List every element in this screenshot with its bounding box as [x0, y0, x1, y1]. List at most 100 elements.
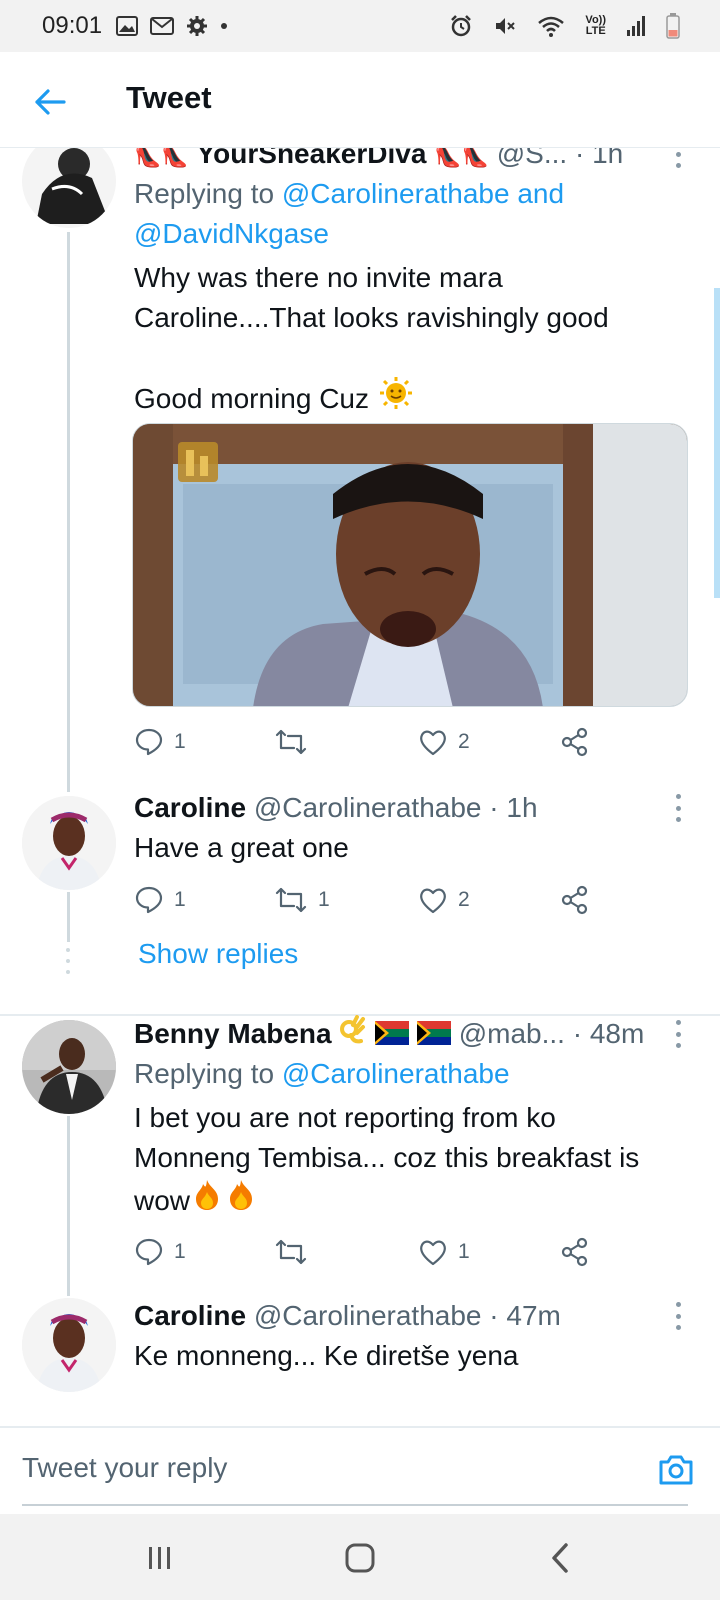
- more-options-icon[interactable]: [674, 1302, 682, 1330]
- reply-feed[interactable]: 👠👠 YourSneakerDiva 👠👠 @S... · 1h Replyin…: [0, 148, 720, 1426]
- tweet-time: · 47m: [489, 1300, 561, 1331]
- tweet-author-line: Caroline @Carolinerathabe · 47m: [134, 1296, 561, 1336]
- app-header: Tweet: [0, 52, 720, 148]
- gallery-icon: [116, 16, 139, 36]
- battery-icon: [666, 13, 680, 39]
- replying-to: Replying to @Carolinerathabe and: [134, 178, 565, 209]
- thread-line: [67, 232, 70, 792]
- share-button[interactable]: [560, 722, 590, 762]
- more-options-icon[interactable]: [674, 1020, 682, 1048]
- like-button[interactable]: 1: [418, 1232, 470, 1272]
- tweet-text: Ke monneng... Ke diretše yena: [134, 1340, 519, 1371]
- reply-count: 1: [174, 888, 186, 911]
- settings-icon: [186, 15, 208, 37]
- scrollbar[interactable]: [714, 288, 720, 598]
- like-button[interactable]: 2: [418, 722, 470, 762]
- gmail-icon: [150, 17, 175, 35]
- tweet-caroline-1[interactable]: Caroline @Carolinerathabe · 1h Have a gr…: [0, 788, 720, 998]
- replying-to: Replying to @Carolinerathabe: [134, 1058, 510, 1089]
- mention-link[interactable]: @Carolinerathabe: [282, 1058, 510, 1089]
- mention-link[interactable]: @Carolinerathabe and: [282, 178, 564, 209]
- reply-count: 1: [174, 1240, 186, 1263]
- tweet-caroline-2[interactable]: Caroline @Carolinerathabe · 47m Ke monne…: [0, 1298, 720, 1426]
- author-handle: @S...: [496, 148, 568, 169]
- signal-icon: [626, 15, 646, 37]
- tweet-author-line: Benny Mabena @mab... · 48m: [134, 1014, 644, 1056]
- system-nav-bar: [0, 1514, 720, 1600]
- tweet-text: Have a great one: [134, 832, 349, 863]
- ok-hand-emoji-icon: [339, 1015, 367, 1056]
- author-name[interactable]: Caroline: [134, 1300, 246, 1331]
- heart-icon: [420, 888, 446, 914]
- avatar[interactable]: [22, 1298, 116, 1392]
- share-icon: [561, 885, 588, 915]
- wifi-icon: [537, 15, 565, 37]
- reply-button[interactable]: 1: [134, 880, 186, 920]
- tweet-time: · 1h: [489, 792, 538, 823]
- like-button[interactable]: 2: [418, 880, 470, 920]
- author-name[interactable]: YourSneakerDiva: [197, 148, 427, 169]
- status-time: 09:01: [42, 12, 103, 39]
- tweet-time: · 48m: [572, 1018, 645, 1049]
- back-icon[interactable]: [540, 1538, 580, 1578]
- tweet-actions: 1 1: [134, 1232, 604, 1272]
- more-options-icon[interactable]: [674, 148, 682, 168]
- author-name[interactable]: Benny Mabena: [134, 1018, 332, 1049]
- reply-icon: [135, 886, 163, 914]
- tweet-actions: 1 1 2: [134, 880, 604, 920]
- fire-icon: [190, 1178, 224, 1223]
- alarm-icon: [449, 14, 473, 38]
- mention-link[interactable]: @DavidNkgase: [134, 214, 329, 254]
- input-underline: [22, 1504, 688, 1506]
- share-icon: [561, 727, 588, 757]
- reply-icon: [135, 1238, 163, 1266]
- volte-icon: Vo)) LTE: [585, 14, 606, 37]
- arrow-left-icon[interactable]: [30, 82, 70, 122]
- reply-button[interactable]: 1: [134, 1232, 186, 1272]
- reply-composer[interactable]: Tweet your reply: [0, 1426, 720, 1514]
- name-decoration-2: 👠👠: [434, 148, 489, 168]
- sun-emoji-icon: [379, 376, 413, 421]
- like-count: 2: [458, 730, 470, 753]
- avatar[interactable]: [22, 1020, 116, 1114]
- author-handle: @mab...: [458, 1018, 565, 1049]
- avatar[interactable]: [22, 148, 116, 228]
- retweet-button[interactable]: 1: [274, 880, 330, 920]
- tweet-time: · 1h: [574, 148, 624, 169]
- tweet-actions: 1 2: [134, 722, 604, 762]
- reply-input[interactable]: Tweet your reply: [22, 1452, 227, 1484]
- home-icon[interactable]: [340, 1538, 380, 1578]
- retweet-icon: [275, 887, 307, 913]
- heart-icon: [420, 1240, 446, 1266]
- retweet-button[interactable]: [274, 722, 318, 762]
- more-options-icon[interactable]: [674, 794, 682, 822]
- avatar[interactable]: [22, 796, 116, 890]
- retweet-count: 1: [318, 888, 330, 911]
- south-africa-flag-icon: [375, 1016, 410, 1056]
- share-button[interactable]: [560, 1232, 590, 1272]
- author-name[interactable]: Caroline: [134, 792, 246, 823]
- reply-button[interactable]: 1: [134, 722, 186, 762]
- share-button[interactable]: [560, 880, 590, 920]
- recents-icon[interactable]: [140, 1538, 180, 1578]
- tweet-author-line: Caroline @Carolinerathabe · 1h: [134, 788, 538, 828]
- south-africa-flag-icon: [416, 1016, 451, 1056]
- reply-icon: [135, 728, 163, 756]
- tweet-text: I bet you are not reporting from ko Monn…: [134, 1098, 694, 1223]
- mute-icon: [493, 14, 517, 38]
- thread-dots: [66, 948, 70, 974]
- retweet-button[interactable]: [274, 1232, 318, 1272]
- tweet-author-line: 👠👠 YourSneakerDiva 👠👠 @S... · 1h: [134, 148, 623, 176]
- camera-icon[interactable]: [656, 1450, 696, 1490]
- thread-line: [67, 1116, 70, 1296]
- tweet-benny[interactable]: Benny Mabena @mab... · 48m Replying to @…: [0, 1014, 720, 1296]
- show-replies-link[interactable]: Show replies: [138, 934, 298, 974]
- retweet-icon: [275, 729, 307, 755]
- reply-count: 1: [174, 730, 186, 753]
- retweet-icon: [275, 1239, 307, 1265]
- heart-icon: [420, 730, 446, 756]
- tweet-media-image[interactable]: [132, 423, 688, 707]
- page-title: Tweet: [126, 80, 212, 115]
- status-bar: 09:01 Vo)) LTE: [0, 0, 720, 52]
- share-icon: [561, 1237, 588, 1267]
